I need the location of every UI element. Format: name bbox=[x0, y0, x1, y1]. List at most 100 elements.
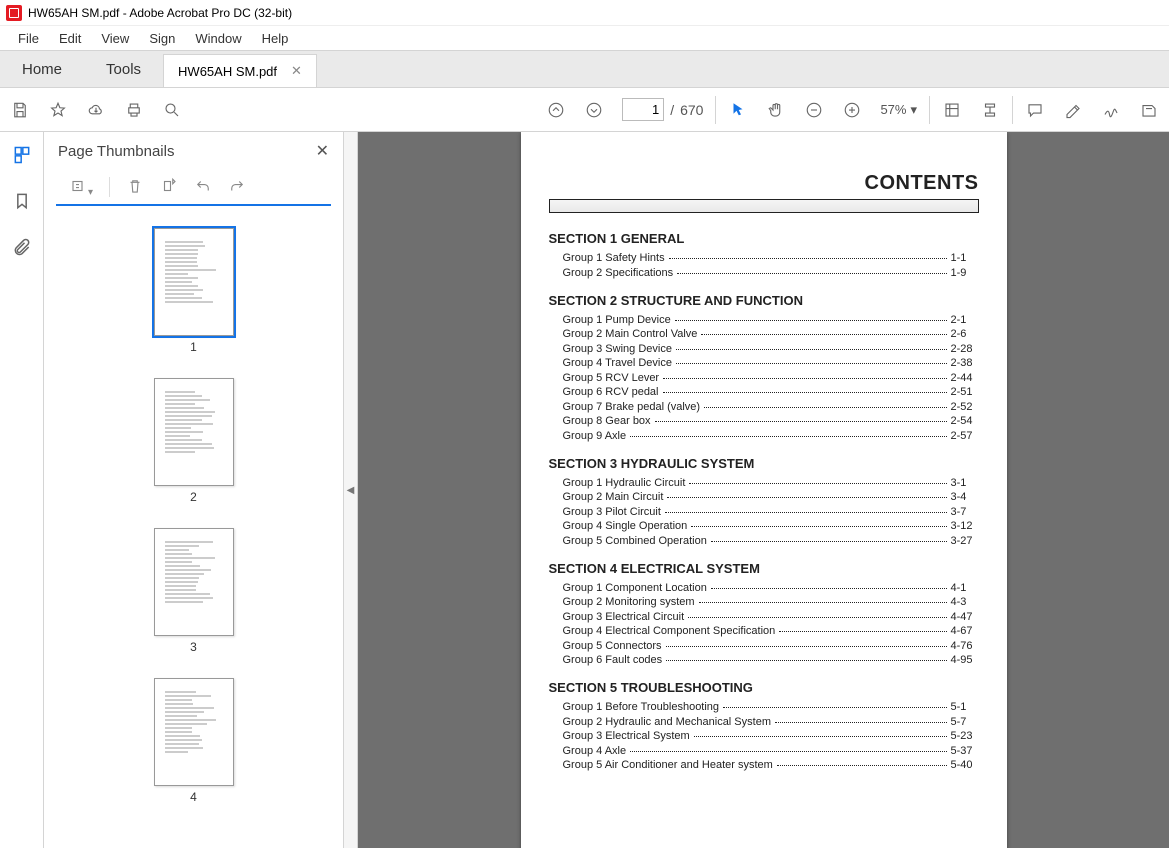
toc-page: 5-37 bbox=[951, 745, 979, 757]
menu-edit[interactable]: Edit bbox=[51, 29, 89, 48]
signature-icon[interactable] bbox=[1101, 100, 1121, 120]
toc-page: 5-40 bbox=[951, 759, 979, 771]
toc-page: 5-23 bbox=[951, 730, 979, 742]
pointer-icon[interactable] bbox=[728, 100, 748, 120]
save-icon[interactable] bbox=[10, 100, 30, 120]
toc-page: 2-28 bbox=[951, 343, 979, 355]
toc-page: 4-1 bbox=[951, 582, 979, 594]
page-indicator: / 670 bbox=[622, 98, 703, 121]
contents-bar bbox=[549, 199, 979, 213]
toc-row: Group 1 Component Location 4-1 bbox=[563, 582, 979, 594]
tab-document[interactable]: HW65AH SM.pdf ✕ bbox=[163, 54, 317, 87]
rotate-page-icon[interactable] bbox=[160, 177, 178, 198]
toc-leader bbox=[701, 334, 946, 335]
toc-row: Group 3 Pilot Circuit3-7 bbox=[563, 506, 979, 518]
toc-label: Group 1 Pump Device bbox=[563, 314, 671, 326]
toc-label: Group 3 Swing Device bbox=[563, 343, 672, 355]
document-view[interactable]: CONTENTS SECTION 1 GENERALGroup 1 Safety… bbox=[358, 132, 1169, 848]
toc-row: Group 2 Hydraulic and Mechanical System5… bbox=[563, 716, 979, 728]
bookmark-rail-icon[interactable] bbox=[11, 190, 33, 212]
collapse-handle[interactable]: ◀ bbox=[344, 132, 358, 848]
menu-view[interactable]: View bbox=[93, 29, 137, 48]
panel-close-icon[interactable]: ✕ bbox=[316, 141, 329, 161]
search-icon[interactable] bbox=[162, 100, 182, 120]
toc-leader bbox=[677, 273, 946, 274]
toc-row: Group 4 Single Operation3-12 bbox=[563, 520, 979, 532]
fit-page-icon[interactable] bbox=[980, 100, 1000, 120]
toc-leader bbox=[663, 392, 947, 393]
toc-label: Group 1 Component Location bbox=[563, 582, 707, 594]
print-icon[interactable] bbox=[124, 100, 144, 120]
page-sep: / bbox=[670, 102, 674, 118]
toc-row: Group 1 Before Troubleshooting5-1 bbox=[563, 701, 979, 713]
undo-icon[interactable] bbox=[194, 177, 212, 198]
toolbar-separator bbox=[1012, 96, 1013, 124]
toc-label: Group 5 Air Conditioner and Heater syste… bbox=[563, 759, 773, 771]
toc-leader bbox=[711, 541, 947, 542]
toc-row: Group 4 Electrical Component Specificati… bbox=[563, 625, 979, 637]
toc-leader bbox=[667, 497, 946, 498]
page-up-icon[interactable] bbox=[546, 100, 566, 120]
thumbnail-page[interactable] bbox=[154, 228, 234, 336]
highlight-icon[interactable] bbox=[1063, 100, 1083, 120]
thumbnails-rail-icon[interactable] bbox=[11, 144, 33, 166]
toc-page: 1-9 bbox=[951, 267, 979, 279]
menu-sign[interactable]: Sign bbox=[141, 29, 183, 48]
thumbnail-page[interactable] bbox=[154, 678, 234, 786]
hand-icon[interactable] bbox=[766, 100, 786, 120]
toc-page: 3-7 bbox=[951, 506, 979, 518]
toc-leader bbox=[711, 588, 947, 589]
menu-bar: File Edit View Sign Window Help bbox=[0, 26, 1169, 50]
zoom-dropdown[interactable]: 57% ▾ bbox=[880, 102, 917, 118]
tab-row: Home Tools HW65AH SM.pdf ✕ bbox=[0, 50, 1169, 88]
fit-width-icon[interactable] bbox=[942, 100, 962, 120]
menu-file[interactable]: File bbox=[10, 29, 47, 48]
toc-leader bbox=[669, 258, 947, 259]
stamp-icon[interactable] bbox=[1139, 100, 1159, 120]
thumbnails-list[interactable]: 1234 bbox=[44, 214, 343, 848]
toc-leader bbox=[665, 512, 947, 513]
toc-label: Group 7 Brake pedal (valve) bbox=[563, 401, 701, 413]
thumbnail-page[interactable] bbox=[154, 528, 234, 636]
close-tab-icon[interactable]: ✕ bbox=[291, 63, 302, 79]
chevron-down-icon: ▾ bbox=[910, 102, 917, 118]
redo-icon[interactable] bbox=[228, 177, 246, 198]
delete-icon[interactable] bbox=[126, 177, 144, 198]
toc-row: Group 1 Safety Hints1-1 bbox=[563, 252, 979, 264]
toc-leader bbox=[775, 722, 947, 723]
toc-page: 3-27 bbox=[951, 535, 979, 547]
tab-tools[interactable]: Tools bbox=[84, 51, 163, 87]
tab-home[interactable]: Home bbox=[0, 51, 84, 87]
options-icon[interactable]: ▾ bbox=[70, 177, 93, 198]
zoom-in-icon[interactable] bbox=[842, 100, 862, 120]
toc-leader bbox=[723, 707, 946, 708]
menu-help[interactable]: Help bbox=[254, 29, 297, 48]
cloud-icon[interactable] bbox=[86, 100, 106, 120]
toolbar: / 670 57% ▾ bbox=[0, 88, 1169, 132]
section-heading: SECTION 1 GENERAL bbox=[549, 231, 979, 246]
star-icon[interactable] bbox=[48, 100, 68, 120]
toc-page: 2-44 bbox=[951, 372, 979, 384]
thumbnail-page[interactable] bbox=[154, 378, 234, 486]
attachment-rail-icon[interactable] bbox=[11, 236, 33, 258]
comment-icon[interactable] bbox=[1025, 100, 1045, 120]
zoom-out-icon[interactable] bbox=[804, 100, 824, 120]
page-1: CONTENTS SECTION 1 GENERALGroup 1 Safety… bbox=[521, 132, 1007, 848]
toc-page: 3-4 bbox=[951, 491, 979, 503]
toc-page: 2-54 bbox=[951, 415, 979, 427]
toc-label: Group 8 Gear box bbox=[563, 415, 651, 427]
page-current-input[interactable] bbox=[622, 98, 664, 121]
toc-row: Group 2 Main Control Valve2-6 bbox=[563, 328, 979, 340]
page-down-icon[interactable] bbox=[584, 100, 604, 120]
toc-row: Group 8 Gear box 2-54 bbox=[563, 415, 979, 427]
toc-row: Group 5 RCV Lever2-44 bbox=[563, 372, 979, 384]
workspace: Page Thumbnails ✕ ▾ 1234 ◀ CONTENTS SECT… bbox=[0, 132, 1169, 848]
toc-row: Group 7 Brake pedal (valve)2-52 bbox=[563, 401, 979, 413]
toc-label: Group 3 Electrical Circuit bbox=[563, 611, 685, 623]
toc-leader bbox=[688, 617, 946, 618]
toc-label: Group 1 Before Troubleshooting bbox=[563, 701, 720, 713]
toc-label: Group 2 Specifications bbox=[563, 267, 674, 279]
thumbnails-panel: Page Thumbnails ✕ ▾ 1234 bbox=[44, 132, 344, 848]
toc-row: Group 3 Electrical System5-23 bbox=[563, 730, 979, 742]
menu-window[interactable]: Window bbox=[187, 29, 249, 48]
